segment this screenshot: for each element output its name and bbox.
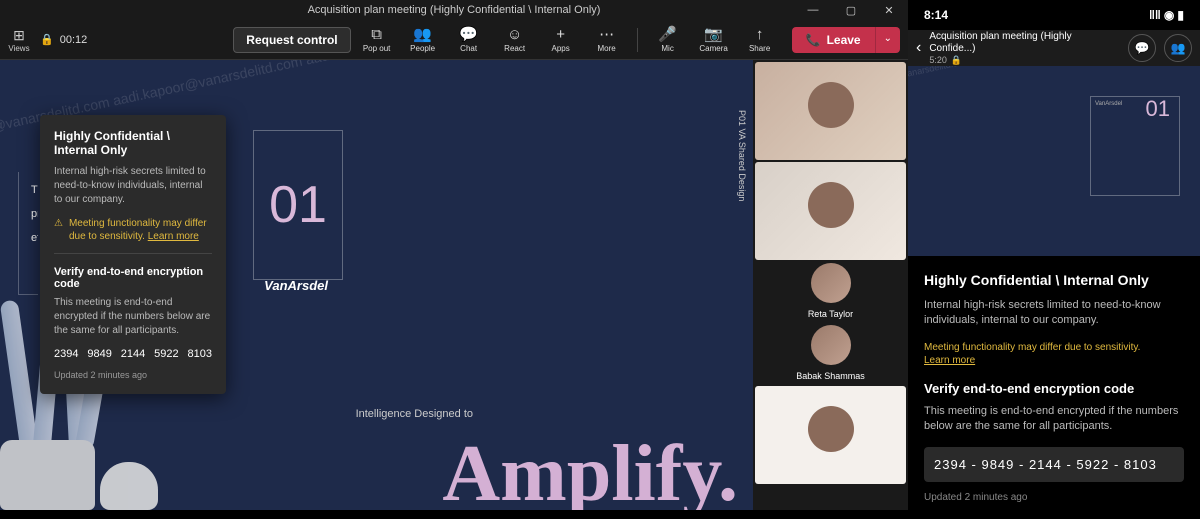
participant-video (755, 386, 906, 484)
window-title: Acquisition plan meeting (Highly Confide… (308, 4, 601, 16)
popout-button[interactable]: ⧉Pop out (357, 21, 397, 59)
sensitivity-warning: Meeting functionality may differ due to … (69, 217, 212, 243)
slide-number-frame: 01 (253, 130, 343, 280)
lock-icon: 🔒 (40, 33, 54, 46)
participant-name: Babak Shammas (790, 369, 871, 383)
battery-icon: ▮ (1177, 8, 1184, 22)
encryption-codes: 2394 9849 2144 5922 8103 (54, 348, 212, 360)
participant-video (755, 62, 906, 160)
verify-description: This meeting is end-to-end encrypted if … (54, 296, 212, 338)
close-button[interactable]: ✕ (870, 0, 908, 20)
camera-button[interactable]: 📷Camera (694, 21, 734, 59)
participant-tile[interactable]: Charlotte de Crum (755, 162, 906, 260)
status-bar: 8:14 ‖‖ ◉ ▮ (908, 0, 1200, 30)
learn-more-link[interactable]: Learn more (148, 231, 199, 242)
wifi-icon: ◉ (1164, 8, 1174, 22)
updated-timestamp: Updated 2 minutes ago (54, 370, 212, 380)
leave-button[interactable]: 📞Leave (792, 27, 875, 53)
people-button[interactable]: 👥 (1164, 34, 1192, 62)
minimize-button[interactable]: — (794, 0, 832, 20)
participant-tile[interactable]: Serena Davis (755, 62, 906, 160)
mic-icon: 🎤 (658, 27, 677, 42)
popout-icon: ⧉ (371, 27, 382, 42)
learn-more-link[interactable]: Learn more (924, 355, 975, 366)
verify-heading: Verify end-to-end encryption code (54, 266, 212, 290)
request-control-button[interactable]: Request control (233, 27, 350, 53)
warning-icon: ⚠ (54, 217, 63, 230)
participant-strip: Serena Davis Charlotte de Crum Reta Tayl… (753, 60, 908, 510)
mobile-sensitivity-panel: Highly Confidential \ Internal Only Inte… (908, 256, 1200, 519)
separator (637, 28, 638, 52)
shared-presentation: aadi.kapoor@vanarsdelitd.com aadi.kapoor… (0, 60, 753, 510)
mobile-header: ‹ Acquisition plan meeting (Highly Confi… (908, 30, 1200, 66)
slide-number: 01 (1146, 96, 1170, 122)
chevron-down-icon: ⌄ (884, 33, 892, 44)
slide-sidebar-label: P01 VA Shared Design (737, 110, 747, 201)
views-button[interactable]: ⊞ Views (8, 29, 30, 51)
participant-video (755, 162, 906, 260)
more-icon: ⋯ (599, 27, 614, 42)
participant-name: Reta Taylor (802, 307, 859, 321)
mic-button[interactable]: 🎤Mic (648, 21, 688, 59)
participant-tile[interactable]: Babak Shammas (755, 324, 906, 384)
back-button[interactable]: ‹ (916, 39, 921, 57)
people-icon: 👥 (1171, 41, 1186, 55)
meeting-timer: 🔒 00:12 (40, 33, 87, 46)
encryption-code: 2394 - 9849 - 2144 - 5922 - 8103 (924, 447, 1184, 482)
share-icon: ↑ (756, 27, 764, 42)
avatar (811, 263, 851, 303)
share-button[interactable]: ↑Share (740, 21, 780, 59)
react-button[interactable]: ☺React (495, 21, 535, 59)
more-button[interactable]: ⋯More (587, 21, 627, 59)
chat-button[interactable]: 💬 (1128, 34, 1156, 62)
people-button[interactable]: 👥People (403, 21, 443, 59)
sensitivity-popover: Highly Confidential \ Internal Only Inte… (40, 115, 226, 394)
mobile-presentation: aadi.kapoor@vanarsdelitd.com aadi.kapoor… (908, 66, 1200, 256)
chat-icon: 💬 (1135, 41, 1150, 55)
brand-logo-text: VanArsdel (264, 278, 328, 293)
slide-tagline: Intelligence Designed to (356, 408, 473, 420)
window-titlebar: Acquisition plan meeting (Highly Confide… (0, 0, 908, 20)
chat-icon: 💬 (459, 27, 478, 42)
grid-icon: ⊞ (13, 27, 25, 44)
mobile-timer: 5:20 (929, 55, 947, 66)
plus-icon: + (556, 27, 565, 42)
participant-tile[interactable]: Reta Taylor (755, 262, 906, 322)
react-icon: ☺ (507, 27, 522, 42)
mobile-title: Acquisition plan meeting (Highly Confide… (929, 31, 1120, 55)
camera-icon: 📷 (704, 27, 723, 42)
sensitivity-title: Highly Confidential \ Internal Only (54, 129, 212, 157)
mobile-mockup: 8:14 ‖‖ ◉ ▮ ‹ Acquisition plan meeting (… (908, 0, 1200, 510)
lock-icon: 🔒 (951, 55, 962, 66)
status-time: 8:14 (924, 8, 948, 22)
people-icon: 👥 (413, 27, 432, 42)
status-icons: ‖‖ ◉ ▮ (1149, 8, 1184, 22)
chat-button[interactable]: 💬Chat (449, 21, 489, 59)
phone-icon: 📞 (806, 33, 821, 47)
sensitivity-description: Internal high-risk secrets limited to ne… (924, 298, 1184, 329)
apps-button[interactable]: +Apps (541, 21, 581, 59)
updated-timestamp: Updated 2 minutes ago (924, 492, 1184, 503)
sensitivity-description: Internal high-risk secrets limited to ne… (54, 165, 212, 207)
verify-heading: Verify end-to-end encryption code (924, 381, 1184, 396)
participant-tile[interactable] (755, 386, 906, 484)
sensitivity-warning: Meeting functionality may differ due to … (924, 341, 1184, 367)
leave-menu-button[interactable]: ⌄ (875, 27, 900, 53)
signal-icon: ‖‖ (1149, 8, 1161, 22)
maximize-button[interactable]: ▢ (832, 0, 870, 20)
avatar (811, 325, 851, 365)
slide-headline: Amplify. (442, 438, 738, 510)
verify-description: This meeting is end-to-end encrypted if … (924, 404, 1184, 435)
meeting-toolbar: ⊞ Views 🔒 00:12 Request control ⧉Pop out… (0, 20, 908, 60)
slide-number: 01 (269, 175, 327, 235)
sensitivity-title: Highly Confidential \ Internal Only (924, 272, 1184, 288)
